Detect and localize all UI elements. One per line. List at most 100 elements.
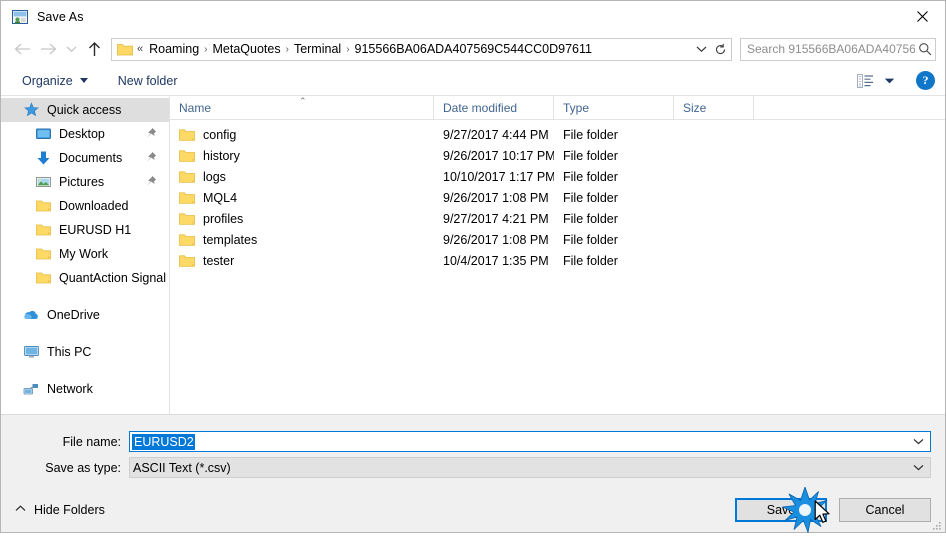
sidebar-item-quantaction-signal[interactable]: QuantAction Signal xyxy=(1,266,169,290)
close-button[interactable] xyxy=(899,1,945,31)
breadcrumb-item-1[interactable]: MetaQuotes xyxy=(210,42,284,56)
documents-icon xyxy=(35,150,52,166)
sidebar-item-quick-access[interactable]: Quick access xyxy=(1,98,169,122)
breadcrumb-item-0[interactable]: Roaming xyxy=(146,42,202,56)
column-header-label: Date modified xyxy=(443,100,518,115)
folder-icon xyxy=(35,270,52,286)
resize-grip-icon[interactable] xyxy=(932,520,942,530)
help-button[interactable]: ? xyxy=(916,71,935,90)
column-header-date-modified[interactable]: Date modified xyxy=(434,96,554,119)
table-row[interactable]: tester 10/4/2017 1:35 PM File folder xyxy=(170,250,945,271)
refresh-icon[interactable] xyxy=(710,37,732,61)
sidebar-item-label: Desktop xyxy=(59,127,105,141)
star-icon xyxy=(23,102,40,118)
sidebar-item-onedrive[interactable]: OneDrive xyxy=(1,303,169,327)
cell-date-modified: 9/26/2017 1:08 PM xyxy=(443,190,549,205)
column-header-label: Size xyxy=(683,100,707,115)
file-name-label: MQL4 xyxy=(203,190,238,205)
cell-type: File folder xyxy=(563,169,618,184)
file-list-header: Name ⌃ Date modified Type Size xyxy=(170,96,945,120)
file-name-label: tester xyxy=(203,253,235,268)
file-name-label: File name: xyxy=(62,434,121,449)
cell-name: tester xyxy=(170,254,434,268)
navigation-pane: Quick access Desktop Documents Pictures … xyxy=(1,96,170,414)
save-as-type-chevron-down-icon[interactable] xyxy=(913,458,924,477)
sidebar-item-label: Pictures xyxy=(59,175,105,189)
sidebar-item-label: Quick access xyxy=(47,103,122,117)
file-name-label: logs xyxy=(203,169,226,184)
pin-icon[interactable] xyxy=(145,175,157,188)
forward-arrow-icon[interactable] xyxy=(35,36,61,62)
back-arrow-icon[interactable] xyxy=(9,36,35,62)
cell-name: profiles xyxy=(170,212,434,226)
sidebar-item-downloaded[interactable]: Downloaded xyxy=(1,194,169,218)
folder-icon xyxy=(35,198,52,214)
cell-type: File folder xyxy=(563,253,618,268)
breadcrumb-separator: › xyxy=(346,43,350,55)
sidebar-item-pictures[interactable]: Pictures xyxy=(1,170,169,194)
dialog-footer: File name: EURUSD2 Save as type: ASCII T… xyxy=(1,414,945,532)
file-name-chevron-down-icon[interactable] xyxy=(913,432,924,451)
address-bar: « Roaming › MetaQuotes › Terminal › 9155… xyxy=(1,32,945,66)
view-chevron-down-icon[interactable] xyxy=(878,72,900,90)
cell-type: File folder xyxy=(563,190,618,205)
organize-button[interactable]: Organize xyxy=(15,71,95,91)
folder-icon xyxy=(35,222,52,238)
cell-type: File folder xyxy=(563,148,618,163)
up-arrow-icon[interactable] xyxy=(81,36,107,62)
search-input[interactable]: Search 915566BA06ADA40756... xyxy=(740,37,936,61)
file-name-value: EURUSD2 xyxy=(132,433,195,450)
new-folder-button[interactable]: New folder xyxy=(111,71,185,91)
table-row[interactable]: history 9/26/2017 10:17 PM File folder xyxy=(170,145,945,166)
new-folder-label: New folder xyxy=(117,73,178,88)
cell-name: history xyxy=(170,149,434,163)
hide-folders-button[interactable]: Hide Folders xyxy=(15,503,105,517)
table-row[interactable]: profiles 9/27/2017 4:21 PM File folder xyxy=(170,208,945,229)
address-chevron-down-icon[interactable] xyxy=(692,39,710,60)
folder-icon xyxy=(179,191,195,205)
breadcrumb-separator: › xyxy=(204,43,208,55)
sidebar-item-eurusd-h1[interactable]: EURUSD H1 xyxy=(1,218,169,242)
file-name-row: File name: EURUSD2 xyxy=(1,431,931,452)
sidebar-item-desktop[interactable]: Desktop xyxy=(1,122,169,146)
organize-label: Organize xyxy=(22,73,73,88)
column-header-type[interactable]: Type xyxy=(554,96,674,119)
column-header-label: Name xyxy=(179,100,212,115)
breadcrumb-item-3[interactable]: 915566BA06ADA407569C544CC0D97611 xyxy=(352,42,595,56)
file-list-rows: config 9/27/2017 4:44 PM File folder his… xyxy=(170,120,945,414)
command-bar: Organize New folder ? xyxy=(1,66,945,96)
breadcrumb-item-2[interactable]: Terminal xyxy=(291,42,344,56)
save-as-type-select[interactable]: ASCII Text (*.csv) xyxy=(129,457,931,478)
file-name-input[interactable]: EURUSD2 xyxy=(129,431,931,452)
sort-ascending-icon: ⌃ xyxy=(299,96,307,106)
cell-name: MQL4 xyxy=(170,191,434,205)
sidebar-item-label: Downloaded xyxy=(59,199,129,213)
table-row[interactable]: MQL4 9/26/2017 1:08 PM File folder xyxy=(170,187,945,208)
title-bar: Save As xyxy=(1,1,945,32)
cell-type: File folder xyxy=(563,211,618,226)
save-button[interactable]: Save xyxy=(735,498,827,522)
sidebar-item-network[interactable]: Network xyxy=(1,377,169,401)
pin-icon[interactable] xyxy=(145,151,157,164)
breadcrumb[interactable]: « Roaming › MetaQuotes › Terminal › 9155… xyxy=(111,37,711,61)
column-header-label: Type xyxy=(563,100,590,115)
sidebar-item-my-work[interactable]: My Work xyxy=(1,242,169,266)
table-row[interactable]: config 9/27/2017 4:44 PM File folder xyxy=(170,124,945,145)
sidebar-item-label: Documents xyxy=(59,151,123,165)
cancel-button[interactable]: Cancel xyxy=(839,498,931,522)
table-row[interactable]: logs 10/10/2017 1:17 PM File folder xyxy=(170,166,945,187)
sidebar-item-this-pc[interactable]: This PC xyxy=(1,340,169,364)
recent-locations-chevron-down-icon[interactable] xyxy=(61,36,81,62)
cell-date-modified: 10/4/2017 1:35 PM xyxy=(443,253,549,268)
breadcrumb-separator: › xyxy=(285,43,289,55)
pin-icon[interactable] xyxy=(145,127,157,140)
table-row[interactable]: templates 9/26/2017 1:08 PM File folder xyxy=(170,229,945,250)
sidebar-item-documents[interactable]: Documents xyxy=(1,146,169,170)
sidebar-item-label: OneDrive xyxy=(47,308,100,322)
column-header-size[interactable]: Size xyxy=(674,96,754,119)
breadcrumb-lead-separator: « xyxy=(137,43,144,55)
view-layout-icon[interactable] xyxy=(854,72,876,90)
column-header-name[interactable]: Name ⌃ xyxy=(170,96,434,119)
